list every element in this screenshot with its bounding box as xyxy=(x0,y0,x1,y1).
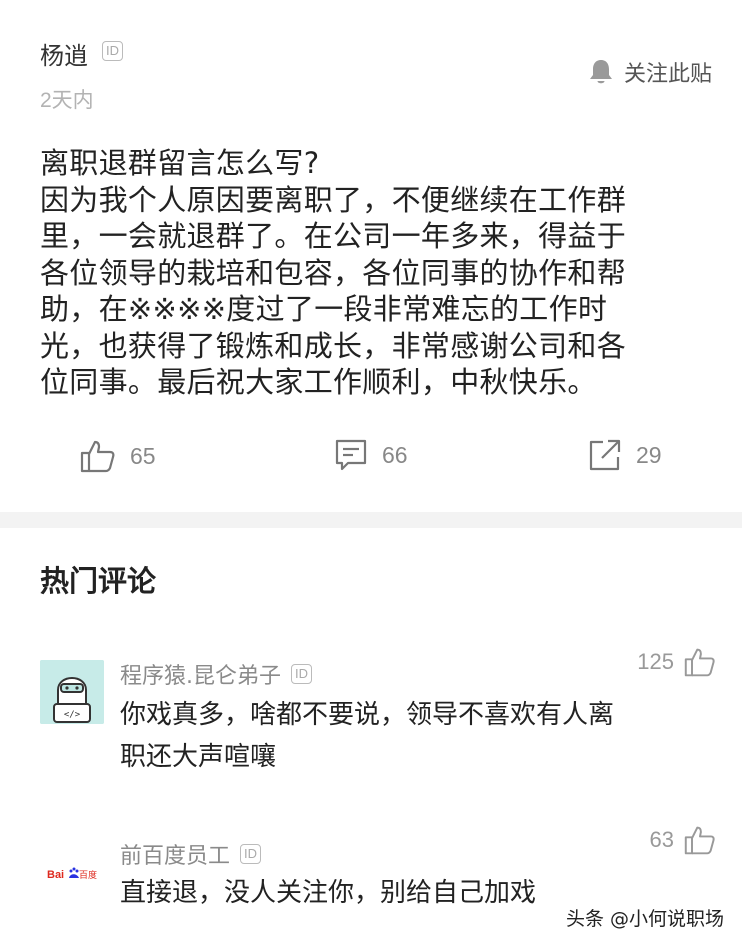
avatar-code-text: </> xyxy=(64,710,81,720)
post-body-line: 因为我个人原因要离职了，不便继续在工作群 xyxy=(40,182,627,217)
baidu-logo-text: 百度 xyxy=(79,869,97,881)
avatar[interactable]: Bai 百度 xyxy=(40,858,104,892)
follow-label: 关注此贴 xyxy=(623,62,712,87)
like-count: 65 xyxy=(130,442,156,469)
watermark: 头条 @小何说职场 xyxy=(565,908,724,930)
post-author[interactable]: 杨逍 xyxy=(40,36,88,71)
post-body-line: 里，一会就退群了。在公司一年多来，得益于 xyxy=(40,219,627,253)
coder-avatar-icon: </> xyxy=(40,660,104,724)
thumbs-up-icon xyxy=(684,648,715,677)
comment-like-button[interactable]: 63 xyxy=(650,824,716,856)
comment-user[interactable]: 程序猿.昆仑弟子 xyxy=(120,658,281,690)
avatar[interactable]: </> xyxy=(40,660,104,724)
comment-user[interactable]: 前百度员工 xyxy=(120,838,230,870)
comment-line: 你戏真多，啥都不要说，领导不喜欢有人离 xyxy=(120,700,615,730)
like-button[interactable]: 65 xyxy=(80,438,156,474)
share-count: 29 xyxy=(636,441,662,468)
comment-header: 程序猿.昆仑弟子 ID xyxy=(120,658,312,690)
comment-like-button[interactable]: 125 xyxy=(637,646,716,678)
post-body-line: 离职退群留言怎么写? xyxy=(40,146,320,180)
follow-button[interactable]: 关注此贴 xyxy=(588,56,712,88)
baidu-logo-icon: Bai 百度 xyxy=(47,867,97,881)
comment-text: 直接退，没人关注你，别给自己加戏 xyxy=(120,872,536,914)
svg-text:Bai: Bai xyxy=(47,869,64,881)
action-bar: 65 66 29 xyxy=(0,438,742,478)
post-body: 离职退群留言怎么写? 因为我个人原因要离职了，不便继续在工作群 里，一会就退群了… xyxy=(40,145,720,401)
bell-icon xyxy=(589,60,612,84)
comment-line: 直接退，没人关注你，别给自己加戏 xyxy=(120,878,537,908)
comment-button[interactable]: 66 xyxy=(334,438,408,472)
author-id-badge: ID xyxy=(102,41,123,61)
post-body-line: 各位领导的栽培和包容，各位同事的协作和帮 xyxy=(40,255,627,290)
section-divider xyxy=(0,512,742,528)
comment-line: 职还大声喧嚷 xyxy=(120,742,277,772)
comment-like-count: 125 xyxy=(637,649,674,674)
thumbs-up-icon xyxy=(684,826,715,855)
share-button[interactable]: 29 xyxy=(588,438,662,472)
comment-id-badge: ID xyxy=(291,664,312,684)
post-time: 2天内 xyxy=(40,89,94,112)
hot-comments-title: 热门评论 xyxy=(40,564,157,598)
comment-id-badge: ID xyxy=(240,844,262,864)
comment-text: 你戏真多，啥都不要说，领导不喜欢有人离 职还大声喧嚷 xyxy=(120,694,614,778)
thumbs-up-icon xyxy=(80,440,115,473)
post-body-line: 位同事。最后祝大家工作顺利，中秋快乐。 xyxy=(40,365,597,399)
post-body-line: 助，在※※※※度过了一段非常难忘的工作时 xyxy=(40,292,608,326)
comment-icon xyxy=(335,439,367,471)
comment-like-count: 63 xyxy=(649,827,674,852)
share-icon xyxy=(589,439,621,471)
post-body-line: 光，也获得了锻炼和成长，非常感谢公司和各 xyxy=(40,328,627,363)
comment-count: 66 xyxy=(382,441,408,468)
comment-header: 前百度员工 ID xyxy=(120,838,262,870)
